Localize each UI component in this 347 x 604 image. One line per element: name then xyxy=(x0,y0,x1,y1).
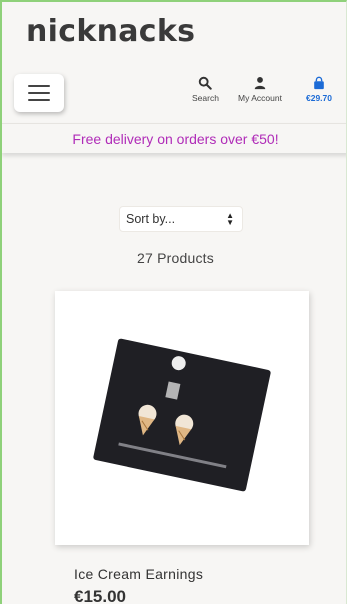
page-frame: nicknacks Search My Account €29.70 Free … xyxy=(0,0,347,604)
menu-button[interactable] xyxy=(14,74,64,112)
sort-select[interactable]: Sort by... ▲ ▼ xyxy=(119,206,243,232)
shopping-bag-icon xyxy=(314,76,324,90)
account-link[interactable]: My Account xyxy=(238,76,282,103)
site-logo[interactable]: nicknacks xyxy=(26,14,195,49)
bag-link[interactable]: €29.70 xyxy=(306,76,332,103)
product-price: €15.00 xyxy=(74,587,126,604)
main-nav: Search My Account €29.70 xyxy=(2,68,346,118)
search-link[interactable]: Search xyxy=(192,76,219,103)
user-icon xyxy=(254,77,266,90)
product-image[interactable] xyxy=(55,291,309,545)
hamburger-icon xyxy=(28,85,50,87)
product-count: 27 Products xyxy=(137,250,214,266)
product-name[interactable]: Ice Cream Earnings xyxy=(74,566,203,582)
search-label: Search xyxy=(192,93,219,103)
select-arrows-icon: ▲ ▼ xyxy=(226,211,234,227)
earrings-photo xyxy=(93,338,271,492)
promo-banner: Free delivery on orders over €50! xyxy=(2,123,346,153)
account-label: My Account xyxy=(238,93,282,103)
bag-total: €29.70 xyxy=(306,93,332,103)
search-icon xyxy=(199,76,213,90)
sort-value: Sort by... xyxy=(126,212,176,226)
